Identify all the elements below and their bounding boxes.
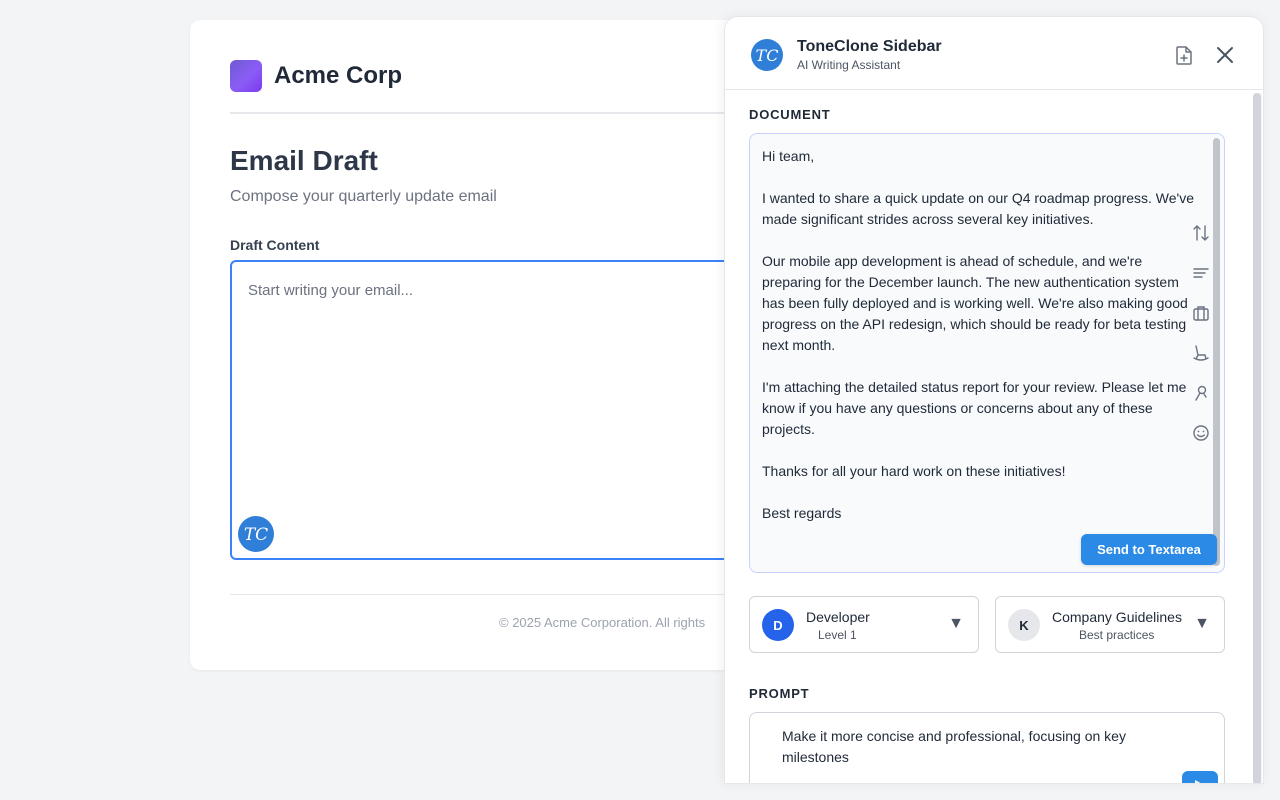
- toneclone-logo-text: TC: [244, 525, 268, 545]
- smiley-icon: [1193, 425, 1209, 441]
- chevron-down-icon: ▼: [1194, 615, 1210, 632]
- knowledge-avatar: K: [1008, 609, 1040, 641]
- pin-button[interactable]: [1190, 382, 1212, 404]
- brand-name: Acme Corp: [274, 62, 403, 89]
- toneclone-logo-icon: TC: [756, 46, 779, 65]
- page-title: Email Draft: [230, 145, 378, 176]
- persona-avatar: D: [762, 609, 794, 641]
- draft-placeholder: Start writing your email...: [248, 282, 414, 299]
- rocking-chair-icon: [1193, 345, 1209, 361]
- sidebar-logo: TC: [751, 39, 783, 71]
- send-to-textarea-button[interactable]: Send to Textarea: [1081, 534, 1217, 565]
- prompt-send-button[interactable]: [1182, 771, 1218, 783]
- toneclone-logo-icon: TC: [244, 525, 268, 545]
- toneclone-launcher-button[interactable]: TC: [238, 516, 274, 552]
- brand-logo: [230, 60, 262, 92]
- persona-level: Level 1: [818, 628, 857, 642]
- align-lines-button[interactable]: [1190, 262, 1212, 284]
- draft-textarea[interactable]: Start writing your email... TC: [230, 260, 750, 560]
- page-subtitle: Compose your quarterly update email: [230, 188, 497, 205]
- persona-name: Developer: [806, 609, 870, 625]
- send-icon: [1195, 780, 1201, 783]
- sidebar-header: TC ToneClone Sidebar AI Writing Assistan…: [725, 17, 1263, 90]
- knowledge-selector[interactable]: K Company Guidelines Best practices ▼: [995, 596, 1225, 653]
- sidebar-scrollbar-thumb[interactable]: [1253, 93, 1261, 783]
- prompt-section-label: PROMPT: [749, 686, 810, 701]
- prompt-text[interactable]: Make it more concise and professional, f…: [782, 726, 1182, 768]
- sort-arrows-icon: [1193, 225, 1209, 241]
- prompt-input[interactable]: Make it more concise and professional, f…: [749, 712, 1225, 783]
- pin-icon: [1195, 385, 1207, 401]
- sidebar-logo-text: TC: [756, 46, 779, 65]
- document-toolbar: [1190, 222, 1212, 444]
- footer-copyright: © 2025 Acme Corporation. All rights: [499, 615, 706, 630]
- smiley-button[interactable]: [1190, 422, 1212, 444]
- knowledge-name: Company Guidelines: [1052, 609, 1182, 625]
- sort-arrows-button[interactable]: [1190, 222, 1212, 244]
- close-sidebar-button[interactable]: [1213, 43, 1237, 67]
- knowledge-desc: Best practices: [1079, 628, 1155, 642]
- briefcase-button[interactable]: [1190, 302, 1212, 324]
- close-icon: [1217, 47, 1233, 63]
- document-editor[interactable]: Hi team, I wanted to share a quick updat…: [749, 133, 1225, 573]
- header-divider: [230, 112, 750, 114]
- new-document-button[interactable]: [1173, 43, 1195, 67]
- brand: Acme Corp: [230, 60, 402, 92]
- footer-divider: [230, 594, 750, 595]
- new-document-icon: [1176, 45, 1192, 65]
- page-card: Acme Corp Email Draft Compose your quart…: [190, 20, 750, 670]
- draft-content-label: Draft Content: [230, 237, 320, 253]
- persona-selector[interactable]: D Developer Level 1 ▼: [749, 596, 979, 653]
- document-section-label: DOCUMENT: [749, 107, 831, 122]
- sidebar-title: ToneClone Sidebar: [797, 38, 942, 55]
- sidebar-subtitle: AI Writing Assistant: [797, 58, 901, 72]
- document-scrollbar-thumb[interactable]: [1213, 138, 1220, 566]
- align-lines-icon: [1193, 268, 1209, 278]
- chevron-down-icon: ▼: [948, 615, 964, 632]
- document-text[interactable]: Hi team, I wanted to share a quick updat…: [762, 146, 1202, 524]
- rocking-chair-button[interactable]: [1190, 342, 1212, 364]
- toneclone-sidebar: TC ToneClone Sidebar AI Writing Assistan…: [724, 16, 1264, 784]
- briefcase-icon: [1193, 306, 1209, 321]
